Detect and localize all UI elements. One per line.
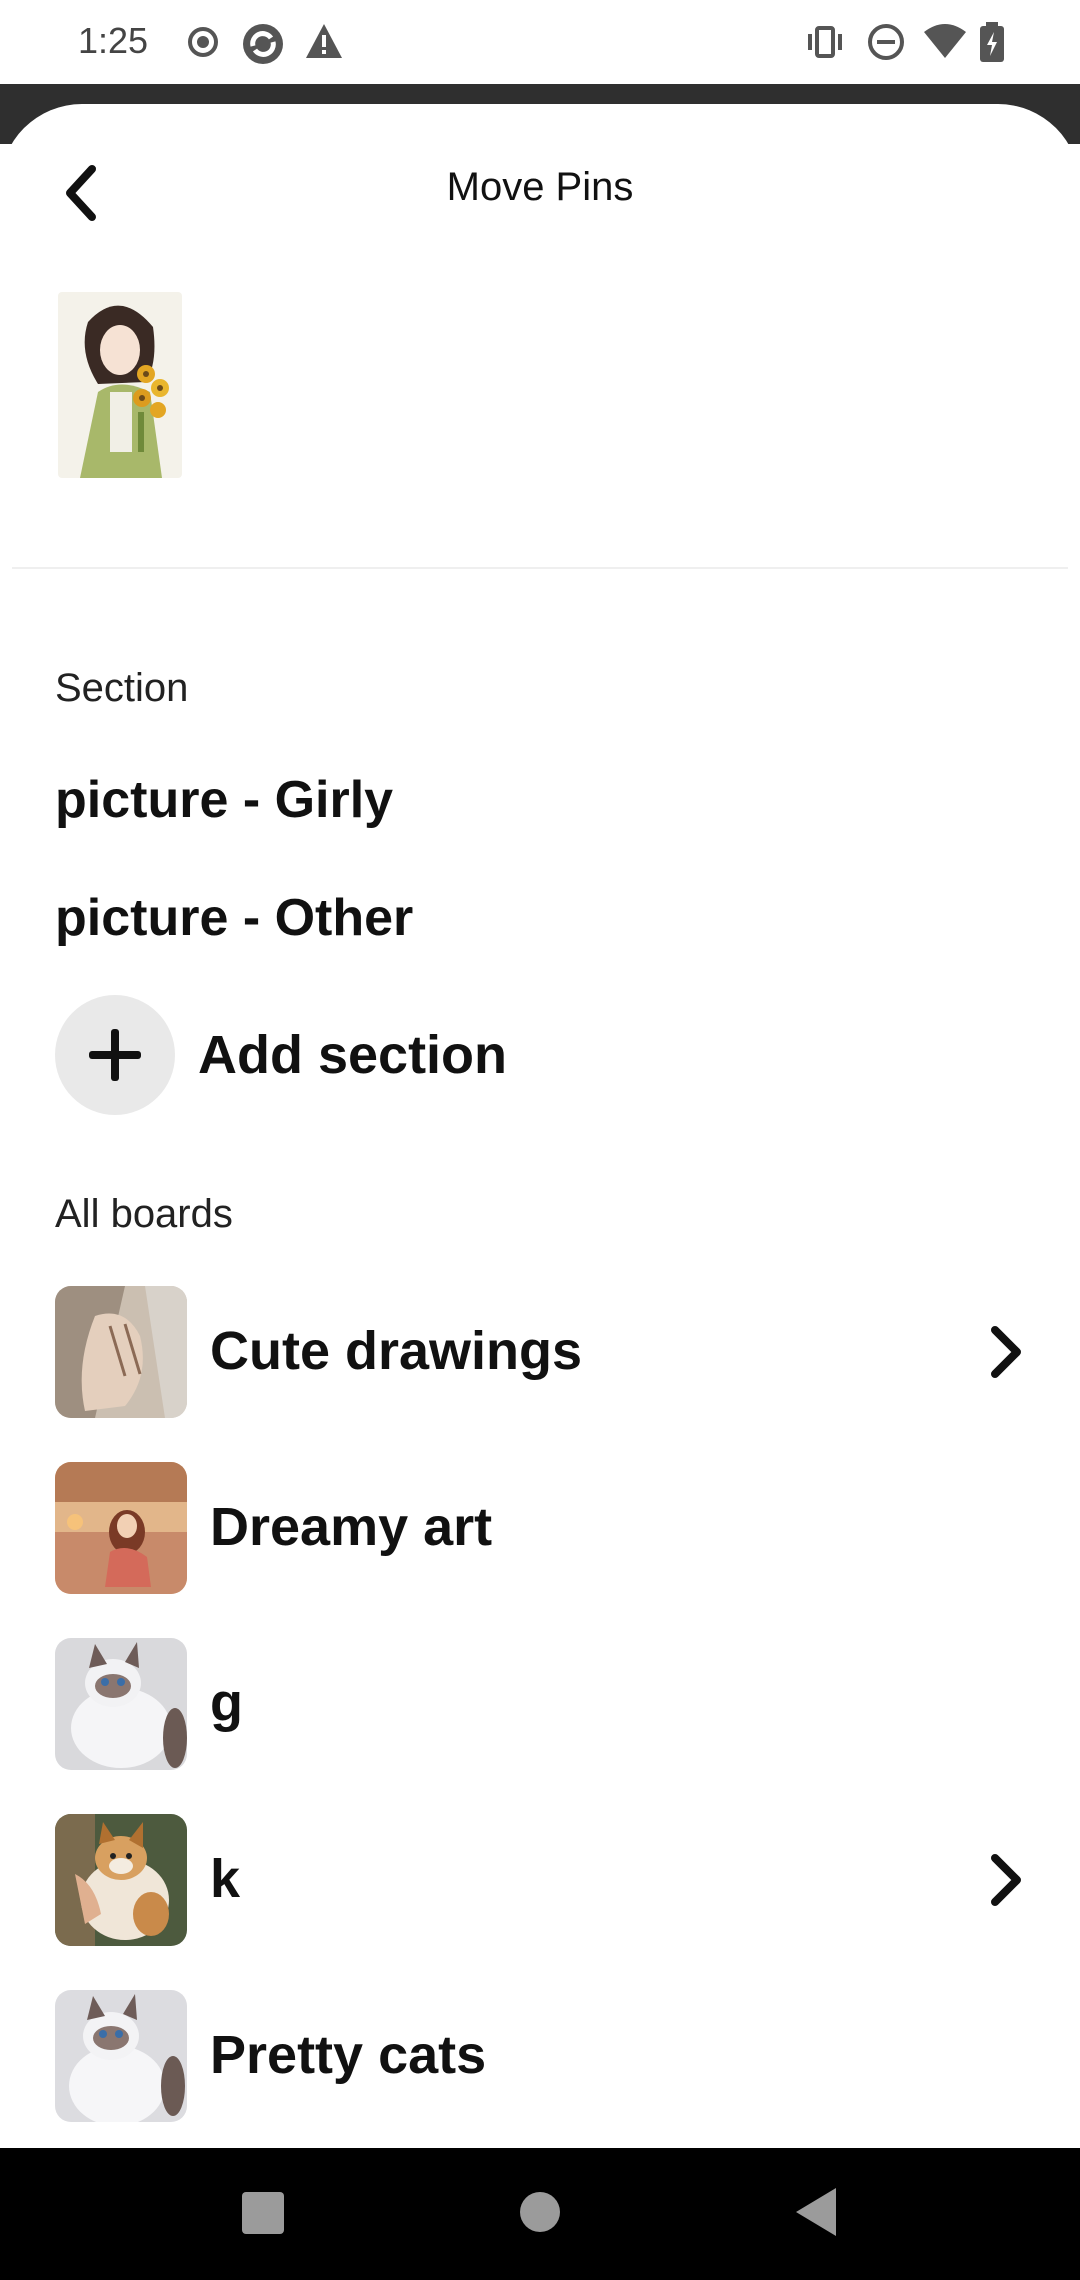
board-row-g[interactable]: g: [0, 1638, 1080, 1770]
warning-icon: [304, 22, 344, 65]
status-bar: 1:25: [0, 0, 1080, 84]
home-circle-icon[interactable]: [518, 2190, 562, 2234]
plus-icon: [89, 1029, 141, 1081]
add-section-button[interactable]: [55, 995, 175, 1115]
board-thumbnail: [55, 1814, 187, 1946]
board-name: Pretty cats: [210, 2025, 487, 2085]
board-name: Dreamy art: [210, 1497, 493, 1557]
section-item-other[interactable]: picture - Other: [55, 888, 413, 948]
sync-icon: [240, 22, 286, 71]
board-name: Cute drawings: [210, 1321, 583, 1381]
board-name: k: [210, 1849, 241, 1909]
battery-charging-icon: [978, 22, 1006, 69]
chevron-right-icon[interactable]: [975, 1850, 1035, 1910]
board-row-dreamy-art[interactable]: Dreamy art: [0, 1462, 1080, 1594]
wifi-icon: [922, 22, 968, 67]
board-row-pretty-cats[interactable]: Pretty cats: [0, 1990, 1080, 2122]
section-item-girly[interactable]: picture - Girly: [55, 770, 393, 830]
board-thumbnail: [55, 1462, 187, 1594]
all-boards-label: All boards: [55, 1192, 233, 1236]
chevron-right-icon[interactable]: [975, 1322, 1035, 1382]
recents-square-icon[interactable]: [240, 2190, 286, 2236]
back-triangle-icon[interactable]: [794, 2186, 838, 2238]
board-row-cute-drawings[interactable]: Cute drawings: [0, 1286, 1080, 1418]
status-time: 1:25: [78, 20, 149, 61]
divider: [12, 567, 1068, 569]
board-thumbnail: [55, 1286, 187, 1418]
board-thumbnail: [55, 1638, 187, 1770]
do-not-disturb-icon: [866, 22, 906, 67]
board-thumbnail: [55, 1990, 187, 2122]
pin-thumbnail: [58, 292, 182, 478]
page-title: Move Pins: [446, 165, 634, 209]
board-row-k[interactable]: k: [0, 1814, 1080, 1946]
board-name: g: [210, 1673, 243, 1733]
record-icon: [186, 22, 220, 67]
add-section-label[interactable]: Add section: [198, 1024, 507, 1086]
vibrate-icon: [804, 22, 846, 67]
system-navigation-bar: [0, 2148, 1080, 2280]
section-label: Section: [55, 666, 189, 710]
